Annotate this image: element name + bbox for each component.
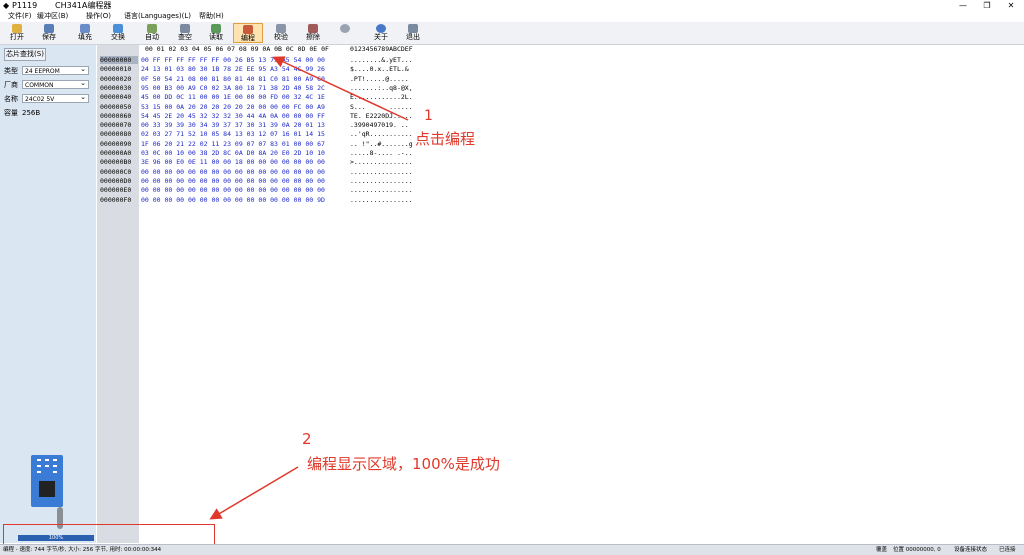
status-bar: 编程 - 速度: 744 字节/秒, 大小: 256 字节, 用时: 00:00… (0, 544, 1024, 555)
annotation-step1-number: 1 (424, 108, 433, 124)
annotation-step1-text: 点击编程 (415, 130, 476, 148)
annotation-step2-text: 编程显示区域，100%是成功 (307, 455, 500, 473)
annotation-arrows (209, 56, 409, 520)
annotation-step2-number: 2 (302, 430, 312, 448)
